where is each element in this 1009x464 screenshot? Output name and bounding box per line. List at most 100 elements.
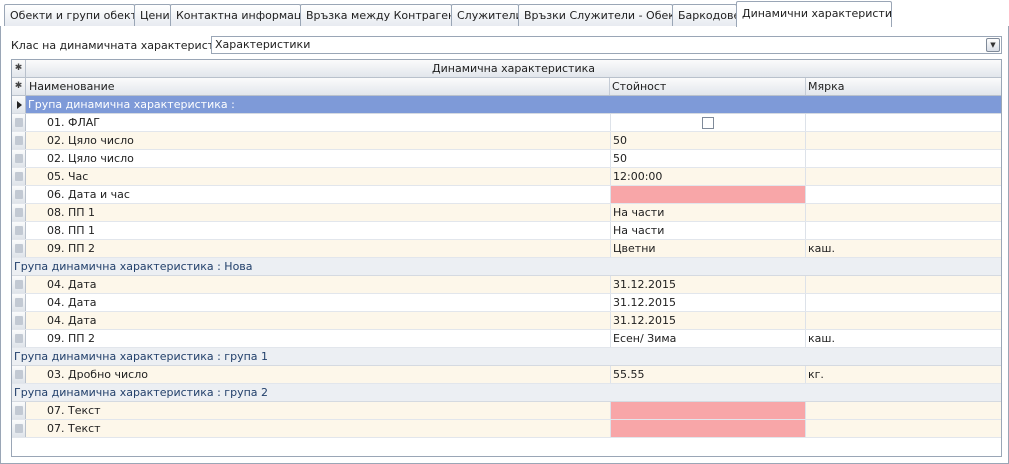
- grid-band-header: ✱ Динамична характеристика: [12, 60, 1001, 78]
- row-unit: [806, 150, 1001, 167]
- group-label: Група динамична характеристика : група 1: [14, 350, 269, 363]
- group-row[interactable]: Група динамична характеристика : група 2: [12, 384, 1001, 402]
- tab-prices[interactable]: Цени: [134, 4, 171, 27]
- asterisk-icon: ✱: [12, 60, 26, 77]
- row-name: 07. Текст: [47, 422, 101, 435]
- row-value[interactable]: [610, 114, 806, 131]
- tab-label: Динамични характеристики: [742, 7, 892, 20]
- group-label: Група динамична характеристика :: [28, 98, 235, 111]
- row-name: 04. Дата: [47, 296, 97, 309]
- grid-column-header: ✱ Наименование Стойност Мярка: [12, 78, 1001, 96]
- row-name: 02. Цяло число: [47, 152, 134, 165]
- tab-employees[interactable]: Служители: [451, 4, 519, 27]
- group-row[interactable]: Група динамична характеристика : Нова: [12, 258, 1001, 276]
- chevron-down-icon[interactable]: ▼: [986, 38, 1000, 52]
- table-row[interactable]: 03. Дробно число 55.55 кг.: [12, 366, 1001, 384]
- row-name: 04. Дата: [47, 278, 97, 291]
- row-name: 04. Дата: [47, 314, 97, 327]
- tab-contact-info[interactable]: Контактна информация: [170, 4, 301, 27]
- tab-label: Контактна информация: [176, 9, 301, 22]
- row-indicator[interactable]: [12, 276, 26, 293]
- table-row[interactable]: 09. ПП 2 Есен/ Зима каш.: [12, 330, 1001, 348]
- row-unit: [806, 204, 1001, 221]
- table-row[interactable]: 06. Дата и час: [12, 186, 1001, 204]
- row-name: 08. ПП 1: [47, 206, 96, 219]
- row-indicator[interactable]: [12, 402, 26, 419]
- row-indicator[interactable]: [12, 420, 26, 437]
- row-value[interactable]: Цветни: [610, 240, 806, 257]
- tab-barcodes[interactable]: Баркодове: [672, 4, 737, 27]
- row-unit: [806, 132, 1001, 149]
- tab-employee-object-links[interactable]: Връзки Служители - Обекти: [518, 4, 673, 27]
- group-label: Група динамична характеристика : група 2: [14, 386, 269, 399]
- row-value[interactable]: 12:00:00: [610, 168, 806, 185]
- table-row[interactable]: 08. ПП 1 На части: [12, 222, 1001, 240]
- class-select-value: Характеристики: [215, 38, 311, 51]
- table-row[interactable]: 05. Час 12:00:00: [12, 168, 1001, 186]
- tab-dynamic-characteristics[interactable]: Динамични характеристики: [736, 1, 892, 27]
- row-name: 06. Дата и час: [47, 188, 130, 201]
- row-value-required-empty[interactable]: [610, 402, 806, 419]
- group-row[interactable]: Група динамична характеристика :: [12, 96, 1001, 114]
- row-indicator[interactable]: [12, 240, 26, 257]
- row-indicator[interactable]: [12, 294, 26, 311]
- table-row[interactable]: 02. Цяло число 50: [12, 150, 1001, 168]
- row-unit: каш.: [808, 242, 835, 255]
- group-row[interactable]: Група динамична характеристика : група 1: [12, 348, 1001, 366]
- tab-contractor-links[interactable]: Връзка между Контрагенти: [300, 4, 452, 27]
- column-header-value[interactable]: Стойност: [610, 78, 806, 95]
- row-value[interactable]: На части: [610, 204, 806, 221]
- row-indicator[interactable]: [12, 312, 26, 329]
- row-indicator[interactable]: [12, 330, 26, 347]
- row-value-required-empty[interactable]: [610, 186, 806, 203]
- flag-checkbox[interactable]: [702, 117, 714, 129]
- table-row[interactable]: 08. ПП 1 На части: [12, 204, 1001, 222]
- tab-label: Баркодове: [678, 9, 737, 22]
- row-indicator[interactable]: [12, 186, 26, 203]
- row-unit: [806, 186, 1001, 203]
- row-unit: [806, 420, 1001, 437]
- row-value[interactable]: 31.12.2015: [610, 294, 806, 311]
- table-row[interactable]: 01. ФЛАГ: [12, 114, 1001, 132]
- table-row[interactable]: 02. Цяло число 50: [12, 132, 1001, 150]
- row-indicator[interactable]: [12, 150, 26, 167]
- row-indicator[interactable]: [12, 204, 26, 221]
- row-indicator[interactable]: [12, 168, 26, 185]
- row-name: 09. ПП 2: [47, 332, 96, 345]
- tab-label: Връзка между Контрагенти: [306, 9, 451, 22]
- row-value[interactable]: 31.12.2015: [610, 312, 806, 329]
- table-row[interactable]: 04. Дата 31.12.2015: [12, 312, 1001, 330]
- table-row[interactable]: 07. Текст: [12, 402, 1001, 420]
- tab-strip: Обекти и групи обекти Цени Контактна инф…: [0, 0, 1009, 27]
- tab-objects-groups[interactable]: Обекти и групи обекти: [4, 4, 135, 27]
- row-name: 03. Дробно число: [47, 368, 148, 381]
- row-indicator[interactable]: [12, 366, 26, 383]
- row-indicator[interactable]: [12, 96, 26, 113]
- table-row[interactable]: 07. Текст: [12, 420, 1001, 438]
- row-indicator[interactable]: [12, 222, 26, 239]
- row-value[interactable]: 55.55: [610, 366, 806, 383]
- row-unit: каш.: [808, 332, 835, 345]
- tab-label: Цени: [140, 9, 170, 22]
- column-header-unit[interactable]: Мярка: [806, 78, 1001, 95]
- row-value-required-empty[interactable]: [610, 420, 806, 437]
- table-row[interactable]: 04. Дата 31.12.2015: [12, 276, 1001, 294]
- row-name: 08. ПП 1: [47, 224, 96, 237]
- row-value[interactable]: 50: [610, 150, 806, 167]
- row-indicator[interactable]: [12, 114, 26, 131]
- row-unit: кг.: [808, 368, 824, 381]
- row-value[interactable]: 50: [610, 132, 806, 149]
- column-header-name[interactable]: Наименование: [27, 78, 610, 95]
- tab-label: Служители: [457, 9, 519, 22]
- row-name: 01. ФЛАГ: [47, 116, 100, 129]
- table-row[interactable]: 09. ПП 2 Цветни каш.: [12, 240, 1001, 258]
- row-unit: [806, 276, 1001, 293]
- row-value[interactable]: 31.12.2015: [610, 276, 806, 293]
- table-row[interactable]: 04. Дата 31.12.2015: [12, 294, 1001, 312]
- class-select[interactable]: Характеристики ▼: [211, 36, 1002, 54]
- row-value[interactable]: Есен/ Зима: [610, 330, 806, 347]
- row-indicator[interactable]: [12, 132, 26, 149]
- row-unit: [806, 168, 1001, 185]
- band-title: Динамична характеристика: [432, 62, 595, 75]
- row-value[interactable]: На части: [610, 222, 806, 239]
